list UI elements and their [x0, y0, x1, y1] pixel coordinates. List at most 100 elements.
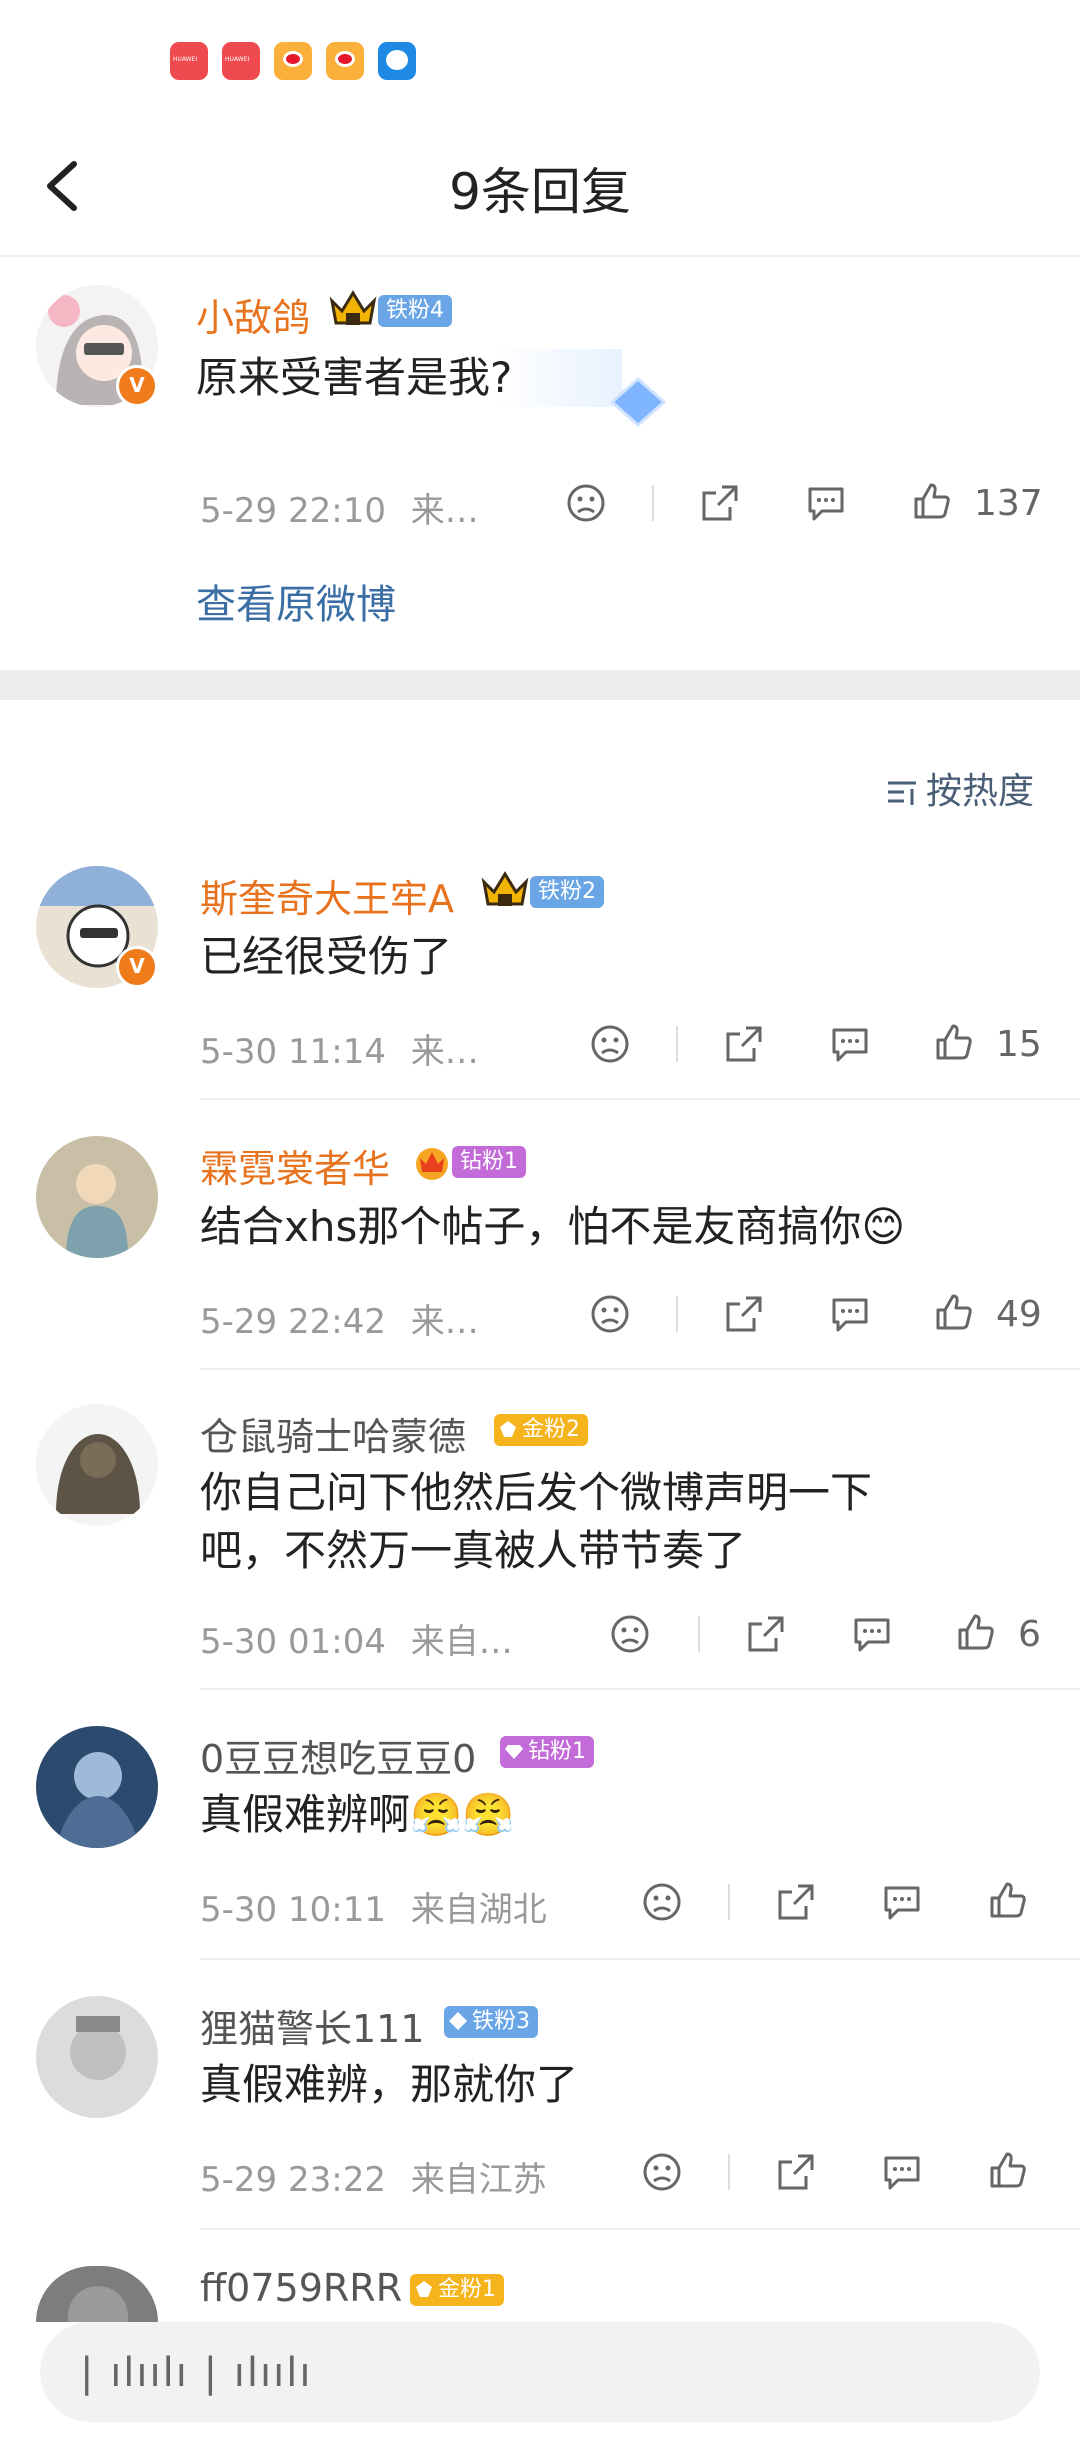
fan-badge: 金粉1	[410, 2274, 504, 2306]
like-icon[interactable]	[956, 1612, 996, 1652]
dislike-icon[interactable]	[642, 2152, 682, 2192]
avatar[interactable]	[36, 2266, 158, 2322]
comment-icon[interactable]	[830, 1024, 870, 1064]
comment-icon[interactable]	[882, 1882, 922, 1922]
location: 来自江苏	[410, 2160, 547, 2200]
username[interactable]: 霖霓裳者华	[200, 1138, 390, 1193]
timestamp: 5-29 22:10	[200, 491, 386, 531]
message-icon	[378, 42, 416, 80]
comment-meta: 5-30 10:11 来自湖北	[200, 1882, 547, 1931]
timestamp: 5-29 22:42	[200, 1302, 386, 1342]
main-comment: V 小敌鸽 铁粉4 原来受害者是我? 5-29 22:10 来… 137	[0, 257, 1080, 667]
location: 来自湖北	[410, 1890, 547, 1930]
timestamp: 5-30 10:11	[200, 1890, 386, 1930]
like-count: 137	[974, 483, 1043, 524]
divider	[676, 1296, 678, 1332]
location: 来…	[410, 1032, 479, 1072]
comment-icon[interactable]	[830, 1294, 870, 1334]
fan-badge: 钻粉1	[452, 1146, 526, 1178]
share-icon[interactable]	[700, 483, 740, 523]
sort-button[interactable]: 按热度	[886, 762, 1034, 814]
comment-meta: 5-29 22:42 来…	[200, 1294, 479, 1343]
avatar[interactable]	[36, 1726, 158, 1848]
avatar[interactable]	[36, 1404, 158, 1526]
timestamp: 5-30 11:14	[200, 1032, 386, 1072]
fan-badge: 铁粉2	[530, 876, 604, 908]
fan-badge: 钻粉1	[500, 1736, 594, 1768]
like-icon[interactable]	[988, 1880, 1028, 1920]
dislike-icon[interactable]	[590, 1024, 630, 1064]
divider	[728, 1884, 730, 1920]
share-icon[interactable]	[776, 2152, 816, 2192]
huawei-app-icon	[222, 42, 260, 80]
dislike-icon[interactable]	[566, 483, 606, 523]
comment-text: 真假难辨，那就你了	[200, 2060, 579, 2109]
divider	[200, 2228, 1080, 2230]
like-count: 15	[996, 1024, 1042, 1065]
share-icon[interactable]	[776, 1882, 816, 1922]
timestamp: 5-29 23:22	[200, 2160, 386, 2200]
weibo-icon	[274, 42, 312, 80]
divider	[200, 1958, 1080, 1960]
divider	[652, 485, 654, 521]
section-gap	[0, 670, 1080, 700]
fan-badge-label: 铁粉3	[472, 2009, 530, 2034]
username[interactable]: ff0759RRR	[200, 2266, 402, 2310]
sort-icon	[887, 781, 916, 805]
divider	[676, 1026, 678, 1062]
divider	[200, 1688, 1080, 1690]
comment-meta: 5-29 22:10 来…	[200, 483, 479, 532]
input-placeholder: | ılıılı | ılıılı	[80, 2350, 313, 2396]
username[interactable]: 狸猫警长111	[200, 1998, 425, 2053]
verified-badge-icon: V	[116, 946, 158, 988]
share-icon[interactable]	[724, 1024, 764, 1064]
view-original-link[interactable]: 查看原微博	[196, 572, 396, 630]
share-icon[interactable]	[724, 1294, 764, 1334]
status-bar	[0, 0, 1080, 120]
dislike-icon[interactable]	[642, 1882, 682, 1922]
comment-icon[interactable]	[852, 1614, 892, 1654]
location: 来…	[410, 1302, 479, 1342]
fan-badge-label: 金粉2	[522, 1417, 580, 1442]
share-icon[interactable]	[746, 1614, 786, 1654]
comment-text: 原来受害者是我?	[196, 349, 623, 407]
fan-badge: 金粉2	[494, 1414, 588, 1446]
weibo-icon	[326, 42, 364, 80]
location: 来自…	[410, 1622, 513, 1662]
comment-icon[interactable]	[806, 483, 846, 523]
avatar[interactable]	[36, 1136, 158, 1258]
crown-icon	[416, 1148, 448, 1180]
username[interactable]: 斯奎奇大王牢A	[200, 868, 454, 923]
gold-fan-icon	[500, 1421, 516, 1437]
page-title: 9条回复	[449, 163, 631, 221]
huawei-app-icon	[170, 42, 208, 80]
comment-meta: 5-30 01:04 来自…	[200, 1614, 513, 1663]
sort-label: 按热度	[925, 771, 1034, 812]
username[interactable]: 小敌鸽	[196, 287, 310, 342]
timestamp: 5-30 01:04	[200, 1622, 386, 1662]
dislike-icon[interactable]	[590, 1294, 630, 1334]
comment-text: 结合xhs那个帖子，怕不是友商搞你😊	[200, 1202, 906, 1251]
dislike-icon[interactable]	[610, 1614, 650, 1654]
comment-meta: 5-30 11:14 来…	[200, 1024, 479, 1073]
crown-icon	[329, 290, 377, 325]
crown-icon	[481, 871, 529, 906]
like-icon[interactable]	[934, 1292, 974, 1332]
like-icon[interactable]	[912, 481, 952, 521]
comment-text: 已经很受伤了	[200, 932, 453, 981]
verified-badge-icon: V	[116, 365, 158, 407]
reply-input[interactable]: | ılıılı | ılıılı	[40, 2322, 1040, 2422]
comment-icon[interactable]	[882, 2152, 922, 2192]
top-bar: 9条回复	[0, 120, 1080, 257]
fan-badge-label: 钻粉1	[528, 1739, 586, 1764]
like-icon[interactable]	[988, 2150, 1028, 2190]
divider	[200, 1368, 1080, 1370]
gold-fan-icon	[416, 2281, 432, 2297]
iron-fan-icon	[449, 2012, 467, 2030]
like-icon[interactable]	[934, 1022, 974, 1062]
username[interactable]: 0豆豆想吃豆豆0	[200, 1728, 476, 1783]
diamond-fan-icon	[505, 1745, 523, 1759]
username[interactable]: 仓鼠骑士哈蒙德	[200, 1406, 466, 1461]
fan-badge: 铁粉4	[378, 295, 452, 327]
avatar[interactable]	[36, 1996, 158, 2118]
